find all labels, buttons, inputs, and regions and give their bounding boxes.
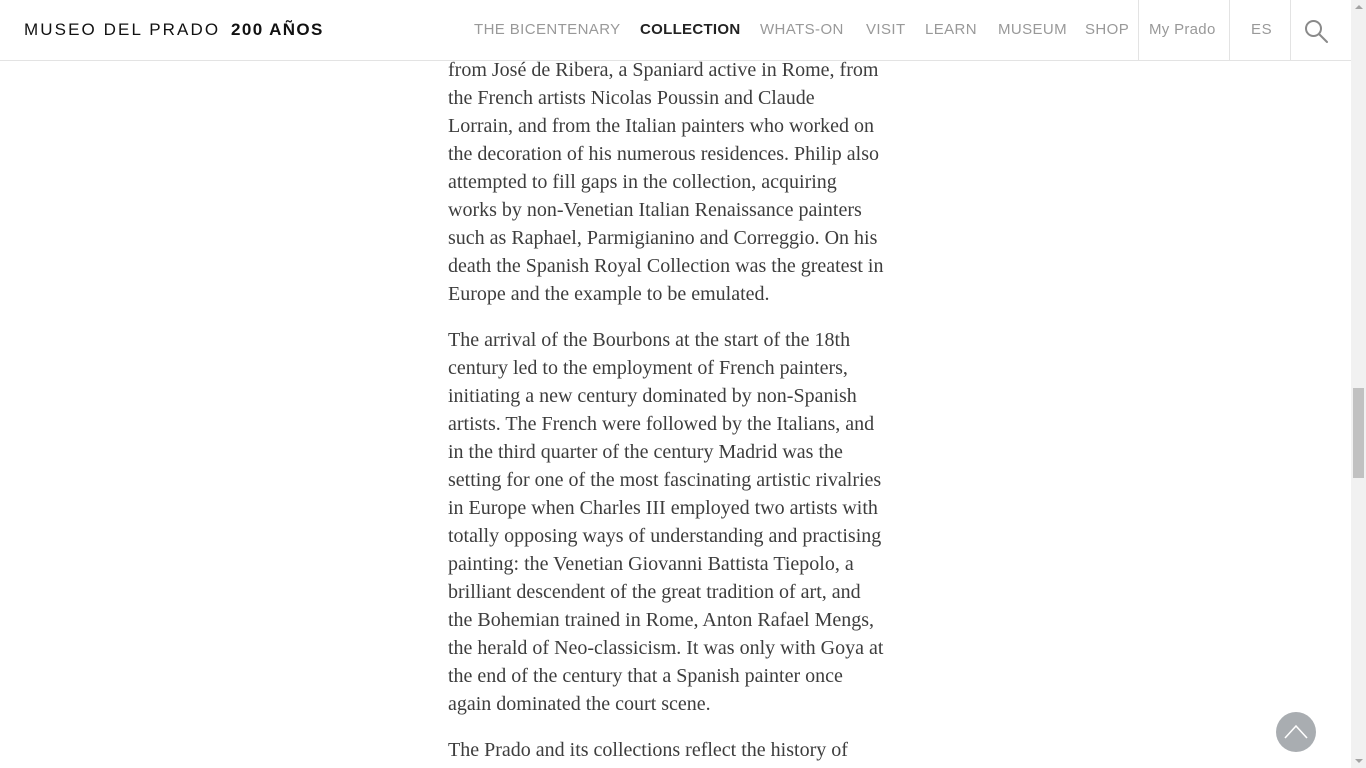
nav-divider: [1138, 0, 1139, 60]
article-line: painting: the Venetian Giovanni Battista…: [448, 553, 854, 575]
article-line: the French artists Nicolas Poussin and C…: [448, 87, 815, 109]
article-paragraph: The Prado and its collections reflect th…: [448, 736, 906, 764]
nav-divider: [1229, 0, 1230, 60]
article-paragraph: from José de Ribera, a Spaniard active i…: [448, 56, 906, 308]
scrollbar-thumb[interactable]: [1353, 388, 1364, 478]
scroll-up-arrow-icon[interactable]: [1355, 5, 1363, 9]
article-paragraph: The arrival of the Bourbons at the start…: [448, 326, 906, 718]
article-line: Europe and the example to be emulated.: [448, 283, 770, 305]
article-line: the decoration of his numerous residence…: [448, 143, 880, 165]
nav-item-collection[interactable]: COLLECTION: [640, 0, 741, 60]
article-line: century led to the employment of French …: [448, 357, 848, 379]
article-line: The Prado and its collections reflect th…: [448, 739, 848, 761]
chevron-up-icon: [1284, 724, 1308, 739]
article-line: setting for one of the most fascinating …: [448, 469, 882, 491]
nav-item-bicentenary[interactable]: THE BICENTENARY: [474, 0, 621, 60]
article-line: Lorrain, and from the Italian painters w…: [448, 115, 874, 137]
search-icon: [1305, 20, 1328, 43]
article-line: brilliant descendent of the great tradit…: [448, 581, 861, 603]
article-line: initiating a new century dominated by no…: [448, 385, 857, 407]
article-line: death the Spanish Royal Collection was t…: [448, 255, 884, 277]
site-header: MUSEO DEL PRADO 200 AÑOS THE BICENTENARY…: [0, 0, 1351, 61]
scroll-down-arrow-icon[interactable]: [1355, 759, 1363, 763]
nav-item-museum[interactable]: MUSEUM: [998, 0, 1067, 60]
article-body: from José de Ribera, a Spaniard active i…: [448, 56, 906, 768]
article-line: The arrival of the Bourbons at the start…: [448, 329, 851, 351]
logo-anniversary: 200 AÑOS: [231, 20, 324, 39]
nav-item-visit[interactable]: VISIT: [866, 0, 906, 60]
article-line: the herald of Neo-classicism. It was onl…: [448, 637, 884, 659]
nav-item-whats-on[interactable]: WHATS-ON: [760, 0, 844, 60]
nav-item-learn[interactable]: LEARN: [925, 0, 977, 60]
language-switch[interactable]: ES: [1251, 0, 1272, 60]
search-button[interactable]: [1302, 17, 1330, 45]
my-prado-link[interactable]: My Prado: [1149, 0, 1216, 60]
article-line: works by non-Venetian Italian Renaissanc…: [448, 199, 862, 221]
article-line: again dominated the court scene.: [448, 693, 711, 715]
nav-item-shop[interactable]: SHOP: [1085, 0, 1129, 60]
site-logo[interactable]: MUSEO DEL PRADO 200 AÑOS: [24, 18, 324, 42]
article-line: the Bohemian trained in Rome, Anton Rafa…: [448, 609, 875, 631]
article-line: attempted to fill gaps in the collection…: [448, 171, 837, 193]
logo-text: MUSEO DEL PRADO: [24, 20, 221, 39]
article-line: in the third quarter of the century Madr…: [448, 441, 843, 463]
page-scrollbar[interactable]: [1351, 0, 1366, 768]
article-line: such as Raphael, Parmigianino and Correg…: [448, 227, 878, 249]
page: MUSEO DEL PRADO 200 AÑOS THE BICENTENARY…: [0, 0, 1366, 768]
nav-divider: [1290, 0, 1291, 60]
article-line: artists. The French were followed by the…: [448, 413, 875, 435]
article-line: totally opposing ways of understanding a…: [448, 525, 882, 547]
article-line: the end of the century that a Spanish pa…: [448, 665, 843, 687]
article-line: in Europe when Charles III employed two …: [448, 497, 878, 519]
back-to-top-button[interactable]: [1276, 712, 1316, 752]
